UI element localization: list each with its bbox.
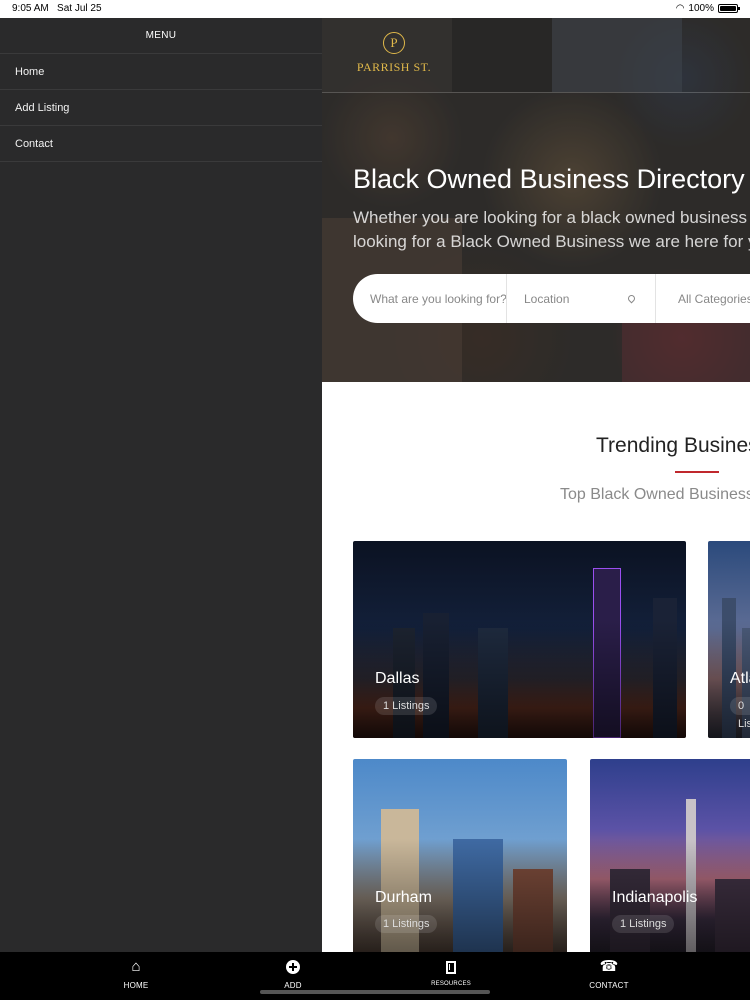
home-indicator[interactable] [260, 990, 490, 994]
trending-title: Trending Business [596, 434, 750, 457]
tab-resources[interactable]: RESOURCES [411, 958, 491, 987]
hero-banner: P PARRISH ST. Black Owned Business Direc… [322, 18, 750, 382]
crown-icon: P [383, 32, 405, 54]
logo-wordmark: PARRISH ST. [356, 60, 432, 74]
city-card-indianapolis[interactable]: Indianapolis 1 Listings [590, 759, 750, 952]
menu-title: MENU [0, 18, 322, 54]
city-name: Dallas [375, 670, 420, 687]
listing-count: 1 Listings [375, 915, 438, 933]
city-card-dallas[interactable]: Dallas 1 Listings [353, 541, 686, 738]
add-circle-icon [253, 958, 333, 976]
listing-count: 0 Listings [730, 697, 750, 730]
tab-label: RESOURCES [431, 981, 471, 987]
status-time: 9:05 AM Sat Jul 25 [12, 3, 102, 14]
listing-count: 1 Listings [375, 697, 438, 715]
side-menu: MENU Home Add Listing Contact [0, 18, 322, 952]
title-underline [675, 471, 719, 473]
location-placeholder: Location [524, 291, 570, 306]
tab-contact[interactable]: ☎ CONTACT [569, 958, 649, 990]
search-location-input[interactable]: Location [507, 274, 656, 323]
city-card-durham[interactable]: Durham 1 Listings [353, 759, 567, 952]
city-name: Atlanta [730, 670, 750, 687]
hero-title: Black Owned Business Directory [353, 164, 745, 194]
header-divider [322, 92, 750, 93]
tab-add[interactable]: ADD [253, 958, 333, 990]
menu-item-contact[interactable]: Contact [0, 126, 322, 162]
battery-percent: 100% [688, 3, 714, 14]
hero-subtitle-line: Whether you are looking for a black owne… [353, 208, 748, 227]
tab-label: HOME [123, 981, 149, 990]
listing-count: 1 Listings [612, 915, 675, 933]
city-name: Indianapolis [612, 889, 698, 906]
city-card-atlanta[interactable]: Atlanta 0 Listings [708, 541, 750, 738]
main-content: P PARRISH ST. Black Owned Business Direc… [322, 18, 750, 952]
wifi-icon: ◠ [675, 3, 685, 14]
hero-subtitle: Whether you are looking for a black owne… [353, 206, 750, 254]
home-icon: ⌂ [131, 958, 141, 975]
status-bar: 9:05 AM Sat Jul 25 ◠ 100% [0, 0, 750, 18]
category-select[interactable]: All Categories [656, 274, 750, 323]
tab-label: CONTACT [589, 981, 629, 990]
battery-icon [718, 4, 740, 13]
tab-label: ADD [284, 981, 302, 990]
phone-icon: ☎ [599, 958, 619, 975]
menu-item-home[interactable]: Home [0, 54, 322, 90]
menu-item-add-listing[interactable]: Add Listing [0, 90, 322, 126]
location-pin-icon [626, 293, 637, 304]
status-right: ◠ 100% [675, 3, 740, 14]
building-icon [411, 958, 491, 976]
trending-subtitle: Top Black Owned Business [560, 486, 750, 503]
hero-subtitle-line: looking for a Black Owned Business we ar… [353, 232, 750, 251]
tab-home[interactable]: ⌂ HOME [96, 958, 176, 990]
search-bar: What are you looking for? Location All C… [353, 274, 750, 323]
parrish-st-logo[interactable]: P PARRISH ST. [352, 32, 436, 92]
city-name: Durham [375, 889, 432, 906]
search-keyword-input[interactable]: What are you looking for? [353, 274, 507, 323]
